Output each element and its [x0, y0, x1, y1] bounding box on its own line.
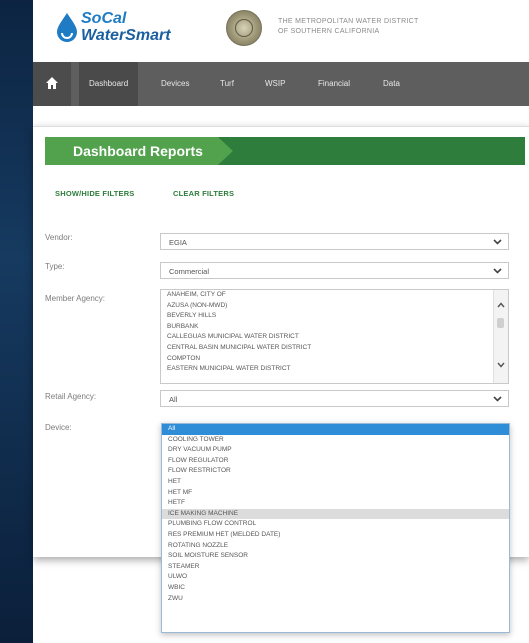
chevron-up-icon[interactable]	[497, 302, 505, 308]
type-value: Commercial	[169, 267, 210, 276]
retail-agency-select[interactable]: All	[160, 390, 509, 407]
chevron-down-icon	[493, 239, 502, 245]
mwd-seal-icon	[226, 10, 262, 46]
home-icon	[46, 77, 58, 89]
list-item[interactable]: STEAMER	[162, 562, 509, 573]
brand-line1[interactable]: SoCal	[81, 10, 126, 28]
list-item[interactable]: ULWO	[162, 572, 509, 583]
scrollbar-thumb[interactable]	[497, 318, 504, 328]
list-item[interactable]: RES PREMIUM HET (MELDED DATE)	[162, 530, 509, 541]
nav-item-dashboard[interactable]: Dashboard	[79, 62, 139, 106]
nav-item-devices[interactable]: Devices	[151, 62, 199, 106]
brand-line2[interactable]: WaterSmart	[81, 27, 171, 45]
chevron-down-icon[interactable]	[497, 362, 505, 368]
device-dropdown-list[interactable]: All COOLING TOWER DRY VACUUM PUMP FLOW R…	[161, 423, 510, 633]
chevron-down-icon	[493, 396, 502, 402]
list-item[interactable]: HET	[162, 477, 509, 488]
list-item[interactable]: FLOW REGULATOR	[162, 456, 509, 467]
list-item[interactable]: FLOW RESTRICTOR	[162, 466, 509, 477]
chevron-down-icon	[493, 268, 502, 274]
clear-filters-link[interactable]: CLEAR FILTERS	[173, 189, 234, 198]
water-drop-logo-icon	[57, 13, 77, 42]
nav-item-financial[interactable]: Financial	[308, 62, 360, 106]
list-item[interactable]: PLUMBING FLOW CONTROL	[162, 519, 509, 530]
list-item[interactable]: BEVERLY HILLS	[161, 311, 508, 322]
list-item-highlighted[interactable]: ICE MAKING MACHINE	[162, 508, 509, 520]
nav-item-data[interactable]: Data	[373, 62, 410, 106]
member-agency-multiselect[interactable]: ANAHEIM, CITY OF AZUSA (NON-MWD) BEVERLY…	[160, 289, 509, 384]
list-item[interactable]: BURBANK	[161, 322, 508, 333]
scrollbar[interactable]	[493, 290, 508, 383]
list-item[interactable]: HETF	[162, 498, 509, 509]
member-agency-label: Member Agency:	[45, 294, 106, 303]
list-item[interactable]: ZWU	[162, 594, 509, 605]
site-header: SoCal WaterSmart THE METROPOLITAN WATER …	[33, 0, 529, 60]
list-item[interactable]: WBIC	[162, 583, 509, 594]
list-item[interactable]: EASTERN MUNICIPAL WATER DISTRICT	[161, 364, 508, 375]
vendor-value: EGIA	[169, 238, 187, 247]
type-select[interactable]: Commercial	[160, 262, 509, 279]
device-label: Device:	[45, 423, 72, 432]
district-line1: THE METROPOLITAN WATER DISTRICT	[278, 18, 419, 25]
nav-item-turf[interactable]: Turf	[210, 62, 244, 106]
panel-title-bar: Dashboard Reports	[45, 137, 525, 165]
district-name: THE METROPOLITAN WATER DISTRICT OF SOUTH…	[278, 17, 419, 37]
list-item-selected[interactable]: All	[162, 424, 509, 435]
list-item[interactable]: SOIL MOISTURE SENSOR	[162, 551, 509, 562]
type-label: Type:	[45, 262, 65, 271]
list-item[interactable]: DRY VACUUM PUMP	[162, 445, 509, 456]
nav-item-wsip[interactable]: WSIP	[255, 62, 295, 106]
list-item[interactable]: ROTATING NOZZLE	[162, 541, 509, 552]
retail-agency-label: Retail Agency:	[45, 392, 97, 401]
list-item[interactable]: AZUSA (NON-MWD)	[161, 301, 508, 312]
list-item[interactable]: HET MF	[162, 488, 509, 499]
main-nav: Dashboard Devices Turf WSIP Financial Da…	[33, 62, 529, 106]
panel-title: Dashboard Reports	[45, 137, 233, 165]
vendor-select[interactable]: EGIA	[160, 233, 509, 250]
list-item[interactable]: COMPTON	[161, 354, 508, 365]
district-line2: OF SOUTHERN CALIFORNIA	[278, 28, 380, 35]
list-item[interactable]: CENTRAL BASIN MUNICIPAL WATER DISTRICT	[161, 343, 508, 354]
show-hide-filters-link[interactable]: SHOW/HIDE FILTERS	[55, 189, 135, 198]
retail-agency-value: All	[169, 395, 178, 404]
list-item[interactable]: COOLING TOWER	[162, 435, 509, 446]
list-item[interactable]: ANAHEIM, CITY OF	[161, 290, 508, 301]
vendor-label: Vendor:	[45, 233, 73, 242]
nav-home-button[interactable]	[33, 62, 71, 106]
list-item[interactable]: CALLEGUAS MUNICIPAL WATER DISTRICT	[161, 332, 508, 343]
